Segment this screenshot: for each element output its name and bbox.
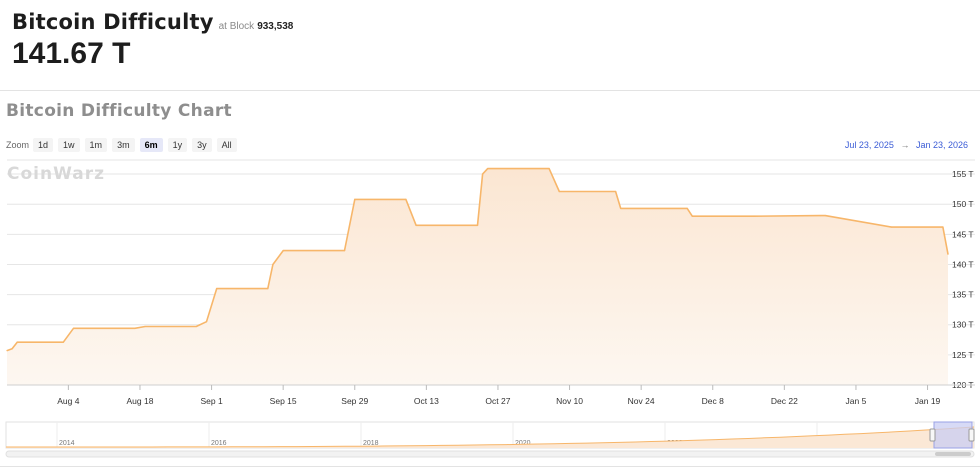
difficulty-data-point (819, 215, 821, 217)
difficulty-data-point (476, 224, 479, 226)
difficulty-data-point (16, 341, 18, 343)
difficulty-data-point (620, 207, 622, 210)
difficulty-data-point (272, 263, 274, 266)
y-tick-label: 135 T (952, 290, 974, 300)
y-tick-label: 155 T (952, 169, 974, 179)
difficulty-data-point (405, 198, 407, 200)
difficulty-data-point (354, 198, 356, 200)
difficulty-data-point (195, 325, 197, 328)
x-tick-label: Nov 24 (628, 396, 655, 406)
navigator-right-handle[interactable] (968, 428, 975, 442)
difficulty-data-point (415, 224, 417, 226)
difficulty-data-point (614, 190, 617, 193)
footer-divider (0, 466, 980, 467)
scrollbar-thumb[interactable] (935, 452, 971, 456)
difficulty-data-point (686, 207, 688, 210)
difficulty-data-point (205, 321, 208, 323)
difficulty-data-point (942, 226, 944, 228)
difficulty-data-point (62, 341, 64, 343)
difficulty-data-point (891, 226, 893, 228)
x-tick-label: Aug 18 (126, 396, 153, 406)
y-tick-label: 125 T (952, 350, 974, 360)
difficulty-data-point (824, 215, 826, 217)
difficulty-data-point (753, 215, 755, 217)
difficulty-data-point (11, 348, 13, 350)
difficulty-chart: 120 T125 T130 T135 T140 T145 T150 T155 T… (5, 159, 975, 458)
difficulty-data-point (558, 190, 560, 193)
navigator-left-handle[interactable] (929, 428, 936, 442)
difficulty-data-point (216, 287, 218, 290)
y-tick-label: 150 T (952, 199, 974, 209)
coinwarz-logo: CoinWarz (7, 164, 105, 184)
x-tick-label: Dec 8 (702, 396, 724, 406)
difficulty-data-point (267, 287, 269, 290)
scrollbar-track (5, 450, 975, 458)
x-tick-label: Sep 1 (200, 396, 222, 406)
difficulty-area-fill (7, 168, 948, 385)
x-tick-label: Sep 29 (341, 396, 368, 406)
difficulty-data-point (6, 350, 8, 352)
difficulty-data-point (343, 249, 346, 252)
x-tick-label: Oct 27 (485, 396, 510, 406)
navigator-window (933, 421, 973, 449)
x-tick-label: Aug 4 (57, 396, 79, 406)
y-tick-label: 130 T (952, 320, 974, 330)
x-tick-label: Nov 10 (556, 396, 583, 406)
difficulty-data-point (134, 327, 136, 329)
navigator-year-label: 2016 (211, 440, 227, 447)
difficulty-data-point (72, 327, 75, 329)
x-tick-label: Sep 15 (270, 396, 297, 406)
difficulty-data-point (482, 173, 484, 175)
difficulty-data-point (548, 168, 550, 170)
x-tick-label: Jan 19 (915, 396, 941, 406)
x-tick-label: Dec 22 (771, 396, 798, 406)
difficulty-data-point (487, 168, 489, 170)
difficulty-data-point (947, 253, 949, 255)
difficulty-data-point (282, 249, 284, 252)
difficulty-data-point (691, 215, 693, 217)
difficulty-data-point (144, 325, 146, 328)
y-tick-label: 140 T (952, 259, 974, 269)
x-tick-label: Oct 13 (414, 396, 439, 406)
navigator-year-label: 2014 (59, 440, 75, 447)
y-tick-label: 145 T (952, 229, 974, 239)
x-tick-label: Jan 5 (846, 396, 867, 406)
